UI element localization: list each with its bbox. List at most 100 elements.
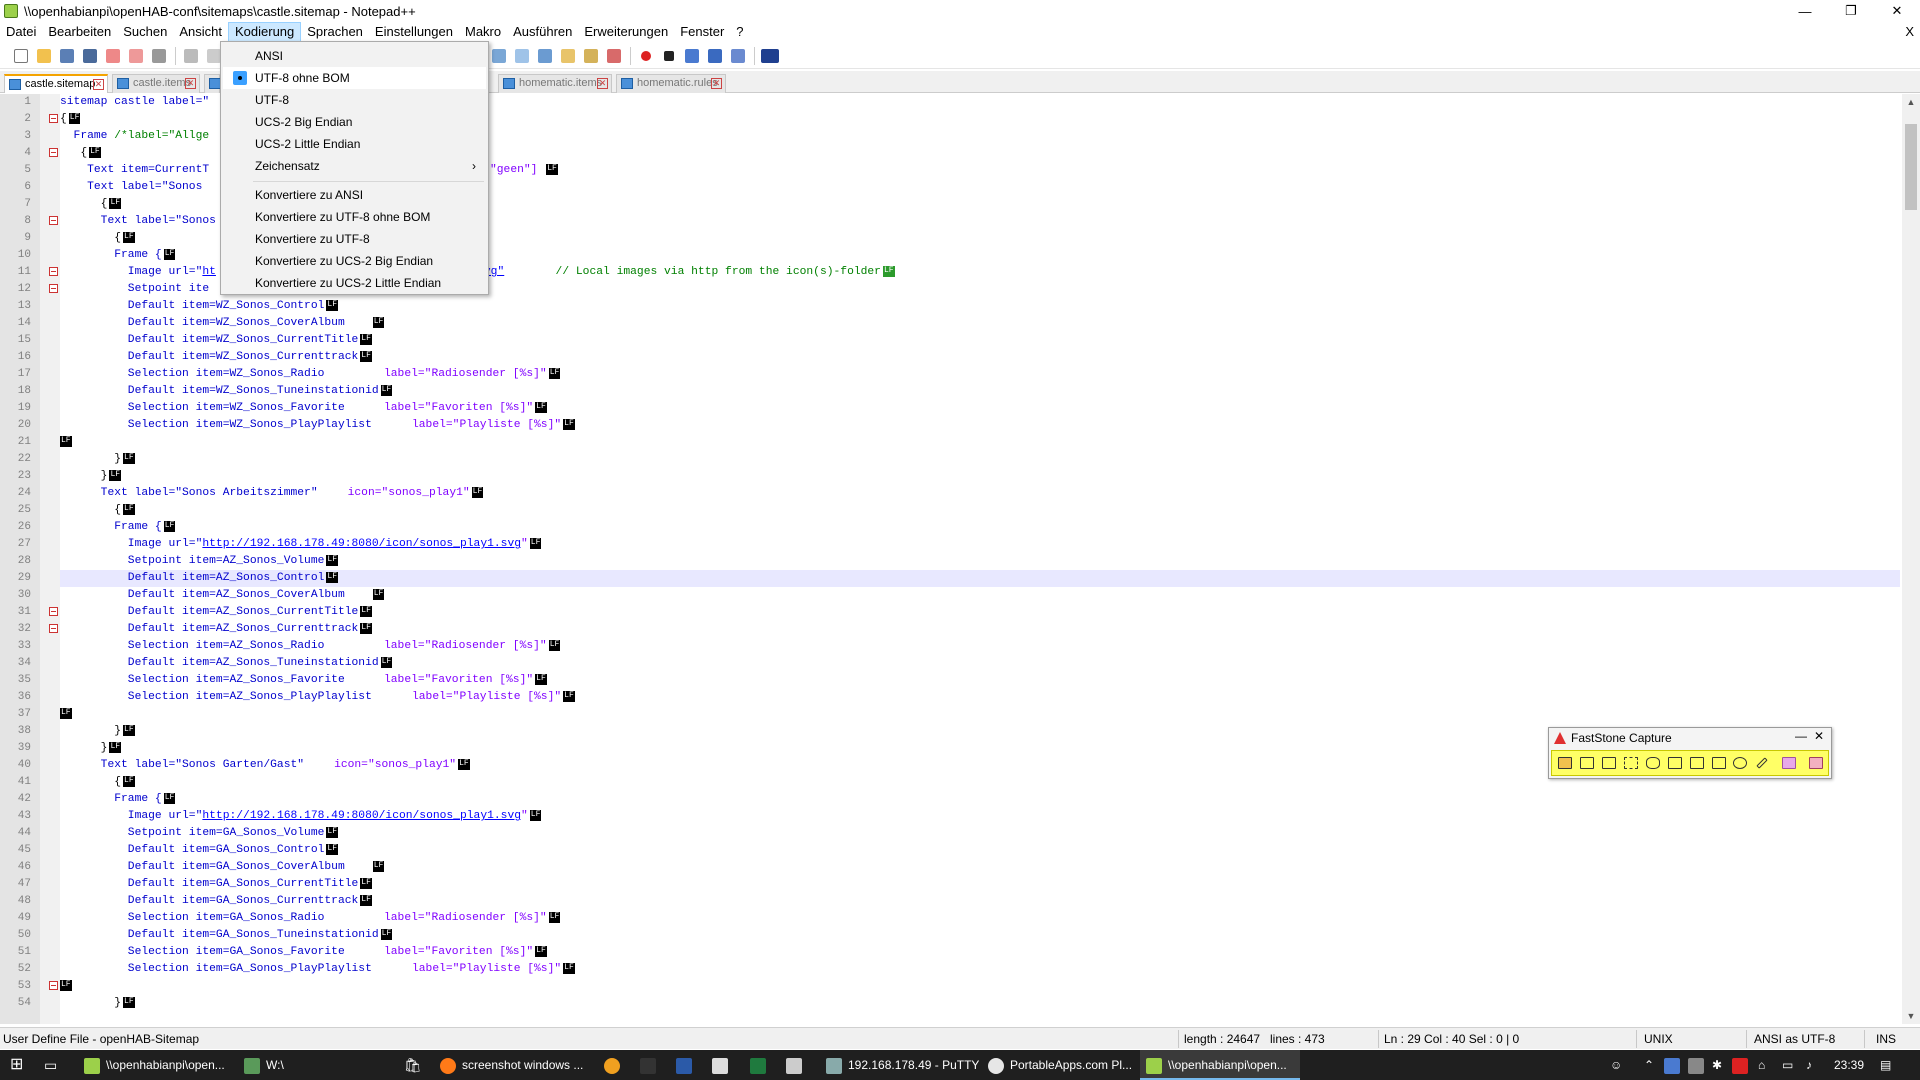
start-button-icon[interactable]: ⊞ <box>10 1050 23 1080</box>
menu-makro[interactable]: Makro <box>459 22 507 42</box>
pinned-app-icon[interactable] <box>786 1050 808 1080</box>
menu-erweiterungen[interactable]: Erweiterungen <box>578 22 674 42</box>
capture-freehand-icon[interactable] <box>1644 753 1663 773</box>
menu-sprachen[interactable]: Sprachen <box>301 22 369 42</box>
pinned-app-icon[interactable] <box>750 1050 772 1080</box>
menu-item-ucs2-be[interactable]: UCS-2 Big Endian <box>223 111 486 133</box>
run-macro-multiple-icon[interactable] <box>704 45 726 67</box>
fold-toggle-icon[interactable] <box>49 284 58 293</box>
tab-castle-sitemap[interactable]: castle.sitemap ✕ <box>4 74 108 93</box>
settings-icon[interactable] <box>1806 753 1825 773</box>
fold-toggle-icon[interactable] <box>49 216 58 225</box>
save-all-icon[interactable] <box>79 45 101 67</box>
menu-item-convert-ansi[interactable]: Konvertiere zu ANSI <box>223 184 486 206</box>
close-file-icon[interactable] <box>102 45 124 67</box>
open-file-icon[interactable] <box>33 45 55 67</box>
tray-app-icon[interactable] <box>1688 1050 1710 1080</box>
store-icon[interactable]: 🛍 <box>404 1050 422 1080</box>
capture-window-icon[interactable] <box>1578 753 1597 773</box>
capture-scrolling-icon[interactable] <box>1687 753 1706 773</box>
taskbar-item-explorer[interactable]: W:\ <box>240 1050 420 1080</box>
menu-help[interactable]: ? <box>730 22 749 42</box>
color-picker-icon[interactable] <box>1753 753 1772 773</box>
menu-item-utf8-no-bom[interactable]: UTF-8 ohne BOM <box>223 67 486 89</box>
tab-castle-items[interactable]: castle.items ✕ <box>112 74 200 93</box>
faststone-minimize-button[interactable]: — <box>1795 729 1807 743</box>
notifications-icon[interactable]: ▤ <box>1880 1050 1891 1080</box>
pinned-app-icon[interactable] <box>604 1050 626 1080</box>
volume-icon[interactable]: ♪ <box>1806 1050 1812 1080</box>
menu-item-utf8[interactable]: UTF-8 <box>223 89 486 111</box>
menu-bearbeiten[interactable]: Bearbeiten <box>42 22 117 42</box>
faststone-close-button[interactable]: ✕ <box>1814 729 1824 743</box>
capture-fixed-region-icon[interactable] <box>1709 753 1728 773</box>
task-view-icon[interactable]: ▭ <box>44 1050 57 1080</box>
menu-item-convert-utf8-no-bom[interactable]: Konvertiere zu UTF-8 ohne BOM <box>223 206 486 228</box>
save-icon[interactable] <box>56 45 78 67</box>
word-wrap-icon[interactable] <box>488 45 510 67</box>
taskbar-item-notepadpp-1[interactable]: \\openhabianpi\open... <box>80 1050 232 1080</box>
menu-item-ansi[interactable]: ANSI <box>223 45 486 67</box>
indent-guide-icon[interactable] <box>534 45 556 67</box>
menu-item-convert-ucs2-le[interactable]: Konvertiere zu UCS-2 Little Endian <box>223 272 486 294</box>
taskbar-item-firefox[interactable]: screenshot windows ... <box>436 1050 586 1080</box>
pinned-app-icon[interactable] <box>640 1050 662 1080</box>
tray-app-icon[interactable] <box>1664 1050 1686 1080</box>
pinned-app-icon[interactable] <box>712 1050 734 1080</box>
play-macro-icon[interactable] <box>681 45 703 67</box>
new-file-icon[interactable] <box>10 45 32 67</box>
tab-homematic-rules[interactable]: homematic.rules ✕ <box>616 74 726 93</box>
cut-icon[interactable] <box>180 45 202 67</box>
network-icon[interactable]: ▭ <box>1782 1050 1793 1080</box>
people-icon[interactable]: ☺ <box>1610 1050 1622 1080</box>
open-folder-icon[interactable] <box>1556 753 1575 773</box>
fold-toggle-icon[interactable] <box>49 981 58 990</box>
tray-app-icon[interactable] <box>1732 1050 1754 1080</box>
close-button[interactable]: ✕ <box>1874 0 1920 22</box>
fold-toggle-icon[interactable] <box>49 607 58 616</box>
menu-suchen[interactable]: Suchen <box>117 22 173 42</box>
scroll-down-icon[interactable]: ▼ <box>1902 1008 1920 1024</box>
menu-item-convert-ucs2-be[interactable]: Konvertiere zu UCS-2 Big Endian <box>223 250 486 272</box>
capture-object-icon[interactable] <box>1600 753 1619 773</box>
vertical-scrollbar[interactable]: ▲ ▼ <box>1902 94 1920 1024</box>
output-options-icon[interactable] <box>1775 753 1803 773</box>
tab-homematic-items[interactable]: homematic.items ✕ <box>498 74 612 93</box>
folder-workspace-icon[interactable] <box>603 45 625 67</box>
close-document-button[interactable]: X <box>1905 24 1914 39</box>
doc-map-icon[interactable] <box>557 45 579 67</box>
minimize-button[interactable]: — <box>1782 0 1828 22</box>
usb-icon[interactable]: ⌂ <box>1758 1050 1765 1080</box>
tab-close-icon[interactable]: ✕ <box>711 78 722 89</box>
tab-close-icon[interactable]: ✕ <box>597 78 608 89</box>
fold-toggle-icon[interactable] <box>49 267 58 276</box>
show-all-chars-icon[interactable] <box>511 45 533 67</box>
screen-magnifier-icon[interactable] <box>1731 753 1750 773</box>
spell-check-icon[interactable] <box>759 45 781 67</box>
save-macro-icon[interactable] <box>727 45 749 67</box>
menu-ausfuehren[interactable]: Ausführen <box>507 22 578 42</box>
capture-rectangle-icon[interactable] <box>1622 753 1641 773</box>
menu-fenster[interactable]: Fenster <box>674 22 730 42</box>
menu-item-ucs2-le[interactable]: UCS-2 Little Endian <box>223 133 486 155</box>
fold-toggle-icon[interactable] <box>49 114 58 123</box>
fold-toggle-icon[interactable] <box>49 148 58 157</box>
pinned-app-icon[interactable] <box>676 1050 698 1080</box>
taskbar-item-portableapps[interactable]: PortableApps.com Pl... <box>984 1050 1134 1080</box>
menu-kodierung[interactable]: Kodierung <box>227 22 302 42</box>
menu-einstellungen[interactable]: Einstellungen <box>369 22 459 42</box>
tray-expand-icon[interactable]: ⌃ <box>1644 1050 1654 1080</box>
stop-macro-icon[interactable] <box>658 45 680 67</box>
taskbar-item-notepadpp-2[interactable]: \\openhabianpi\open... <box>1140 1050 1300 1080</box>
taskbar-item-putty[interactable]: 192.168.178.49 - PuTTY <box>822 1050 982 1080</box>
capture-fullscreen-icon[interactable] <box>1665 753 1684 773</box>
menu-item-convert-utf8[interactable]: Konvertiere zu UTF-8 <box>223 228 486 250</box>
menu-ansicht[interactable]: Ansicht <box>173 22 228 42</box>
tab-hidden[interactable] <box>204 74 221 93</box>
menu-datei[interactable]: Datei <box>0 22 42 42</box>
scroll-up-icon[interactable]: ▲ <box>1902 94 1920 110</box>
close-all-icon[interactable] <box>125 45 147 67</box>
bluetooth-icon[interactable]: ✱ <box>1712 1050 1722 1080</box>
clock[interactable]: 23:39 <box>1834 1050 1864 1080</box>
tab-close-icon[interactable]: ✕ <box>185 78 196 89</box>
